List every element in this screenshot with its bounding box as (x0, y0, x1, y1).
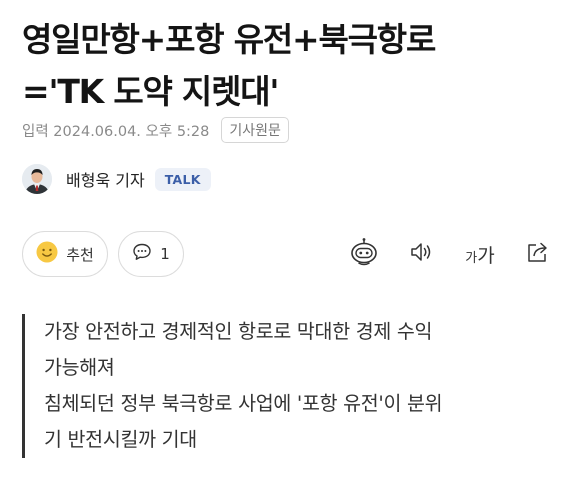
headline-line-2: ='TK 도약 지렛대' (22, 72, 280, 111)
summary-line: 가장 안전하고 경제적인 항로로 막대한 경제 수익 (44, 320, 433, 343)
reporter-name[interactable]: 배형욱 기자 (66, 167, 145, 191)
listen-button[interactable] (402, 235, 442, 273)
robot-summary-icon (349, 237, 379, 271)
comment-icon (132, 242, 152, 266)
ai-summary-button[interactable] (344, 235, 384, 273)
summary-line: 가능해져 (44, 356, 115, 379)
avatar[interactable] (22, 164, 52, 194)
font-size-icon: 가가 (465, 241, 494, 268)
published-date: 입력 2024.06.04. 오후 5:28 (22, 123, 210, 140)
comment-button[interactable]: 1 (118, 231, 184, 277)
recommend-button[interactable]: 추천 (22, 231, 108, 277)
article-tools: 가가 (326, 235, 558, 273)
headline: 영일만항+포항 유전+북극항로 ='TK 도약 지렛대' (22, 14, 562, 118)
article-summary: 가장 안전하고 경제적인 항로로 막대한 경제 수익 가능해져 침체되던 정부 … (22, 314, 562, 458)
action-bar: 추천 1 가가 (22, 231, 558, 277)
smile-icon (36, 241, 58, 267)
summary-line: 기 반전시킬까 기대 (44, 428, 197, 451)
recommend-label: 추천 (66, 245, 94, 264)
share-icon (525, 239, 551, 269)
headline-line-1: 영일만항+포항 유전+북극항로 (22, 20, 436, 59)
talk-badge[interactable]: TALK (154, 167, 211, 191)
share-button[interactable] (518, 235, 558, 273)
font-size-small-label: 가 (465, 250, 478, 266)
font-size-large-label: 가 (477, 244, 495, 267)
article-meta: 입력 2024.06.04. 오후 5:28 기사원문 (22, 117, 289, 143)
reporter-info[interactable]: 배형욱 기자 TALK (22, 162, 211, 196)
original-article-button[interactable]: 기사원문 (221, 117, 289, 143)
speaker-icon (409, 239, 435, 269)
comment-count: 1 (160, 245, 170, 263)
summary-line: 침체되던 정부 북극항로 사업에 '포항 유전'이 분위 (44, 392, 443, 415)
font-size-button[interactable]: 가가 (460, 235, 500, 273)
